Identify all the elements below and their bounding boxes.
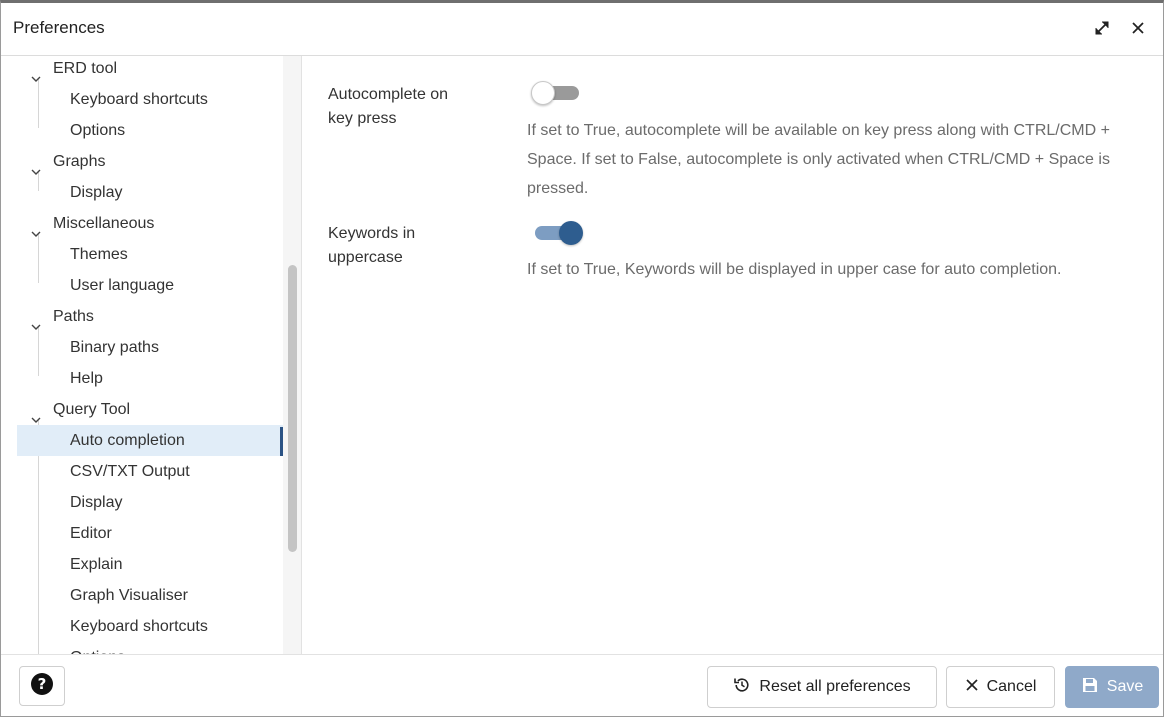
chevron-down-icon[interactable] (31, 157, 41, 175)
tree-item[interactable]: Keyboard shortcuts (17, 84, 283, 115)
chevron-down-icon[interactable] (31, 219, 41, 237)
tree-item-label: Graphs (53, 153, 106, 170)
tree-item-label: Query Tool (53, 401, 131, 418)
chevron-down-icon[interactable] (31, 405, 41, 423)
preferences-tree: ERD tool Keyboard shortcuts Options Graphs D… (17, 56, 283, 654)
tree-item-label: Explain (70, 556, 123, 573)
svg-text:?: ? (38, 675, 47, 693)
keywords-in-uppercase-toggle[interactable] (531, 218, 583, 248)
preferences-tree-sidebar: ERD tool Keyboard shortcuts Options Graphs D… (1, 56, 302, 654)
close-icon[interactable] (1127, 17, 1149, 39)
save-button-label: Save (1106, 678, 1144, 695)
pref-description: If set to True, autocomplete will be ava… (527, 122, 1110, 197)
tree-item[interactable]: User language (17, 270, 283, 301)
reset-history-icon (733, 676, 751, 699)
tree-item-label: Keyboard shortcuts (70, 618, 208, 635)
reset-button-label: Reset all preferences (759, 678, 911, 695)
tree-item-label: User language (70, 277, 175, 294)
tree-item-label: Keyboard shortcuts (70, 91, 208, 108)
dialog-title: Preferences (13, 18, 105, 37)
tree-item[interactable]: Auto completion (17, 425, 283, 456)
tree-item[interactable]: Options (17, 642, 283, 654)
tree-item[interactable]: Display (17, 487, 283, 518)
pref-label-line: Keywords in (328, 225, 416, 242)
tree-item[interactable]: Help (17, 363, 283, 394)
tree-item-label: Binary paths (70, 339, 159, 356)
tree-item-label: Display (70, 184, 123, 201)
maximize-icon[interactable] (1091, 17, 1113, 39)
tree-item[interactable]: Binary paths (17, 332, 283, 363)
help-button[interactable]: ? (19, 666, 65, 706)
tree-item-label: Display (70, 494, 123, 511)
preferences-dialog: Preferences ERD tool Keyboard shortcuts … (0, 0, 1164, 717)
tree-group[interactable]: Paths (17, 301, 283, 332)
cancel-button[interactable]: Cancel (946, 666, 1055, 708)
tree-item[interactable]: Display (17, 177, 283, 208)
pref-label-line: Autocomplete on (328, 86, 449, 103)
tree-group[interactable]: ERD tool (17, 56, 283, 84)
chevron-down-icon[interactable] (31, 64, 41, 82)
pref-label-keywords-in-uppercase: Keywords in uppercase (328, 222, 415, 270)
dialog-footer: ? Reset all preferences Cancel Save (1, 654, 1163, 716)
tree-group[interactable]: Query Tool (17, 394, 283, 425)
save-button[interactable]: Save (1065, 666, 1159, 708)
tree-group[interactable]: Graphs (17, 146, 283, 177)
tree-item-label: Auto completion (70, 432, 185, 449)
tree-item-label: Graph Visualiser (70, 587, 188, 604)
cancel-button-label: Cancel (986, 678, 1037, 695)
tree-item-label: Help (70, 370, 103, 387)
tree-item[interactable]: Explain (17, 549, 283, 580)
tree-item-label: ERD tool (53, 60, 118, 77)
autocomplete-on-key-press-toggle[interactable] (531, 78, 583, 108)
tree-item[interactable]: Editor (17, 518, 283, 549)
chevron-down-icon[interactable] (31, 312, 41, 330)
question-circle-icon: ? (30, 672, 54, 701)
toggle-knob (531, 81, 555, 105)
tree-item-label: Themes (70, 246, 128, 263)
pref-label-line: uppercase (328, 249, 403, 266)
sidebar-scrollbar-thumb[interactable] (288, 265, 297, 552)
tree-item[interactable]: Themes (17, 239, 283, 270)
tree-item-label: Miscellaneous (53, 215, 155, 232)
preferences-content: Autocomplete on key press If set to True… (303, 56, 1163, 654)
tree-group[interactable]: Miscellaneous (17, 208, 283, 239)
tree-item-label: Options (70, 122, 126, 139)
tree-item-label: CSV/TXT Output (70, 463, 190, 480)
tree-item-label: Paths (53, 308, 94, 325)
tree-item[interactable]: Options (17, 115, 283, 146)
pref-label-line: key press (328, 110, 397, 127)
pref-description: If set to True, Keywords will be display… (527, 261, 1062, 278)
floppy-disk-icon (1081, 676, 1099, 699)
dialog-titlebar[interactable]: Preferences (1, 3, 1163, 56)
toggle-knob (559, 221, 583, 245)
tree-item-label: Editor (70, 525, 112, 542)
close-icon (965, 678, 979, 697)
tree-item[interactable]: Graph Visualiser (17, 580, 283, 611)
reset-all-preferences-button[interactable]: Reset all preferences (707, 666, 937, 708)
tree-item[interactable]: Keyboard shortcuts (17, 611, 283, 642)
pref-label-autocomplete-on-key-press: Autocomplete on key press (328, 83, 448, 131)
tree-item[interactable]: CSV/TXT Output (17, 456, 283, 487)
